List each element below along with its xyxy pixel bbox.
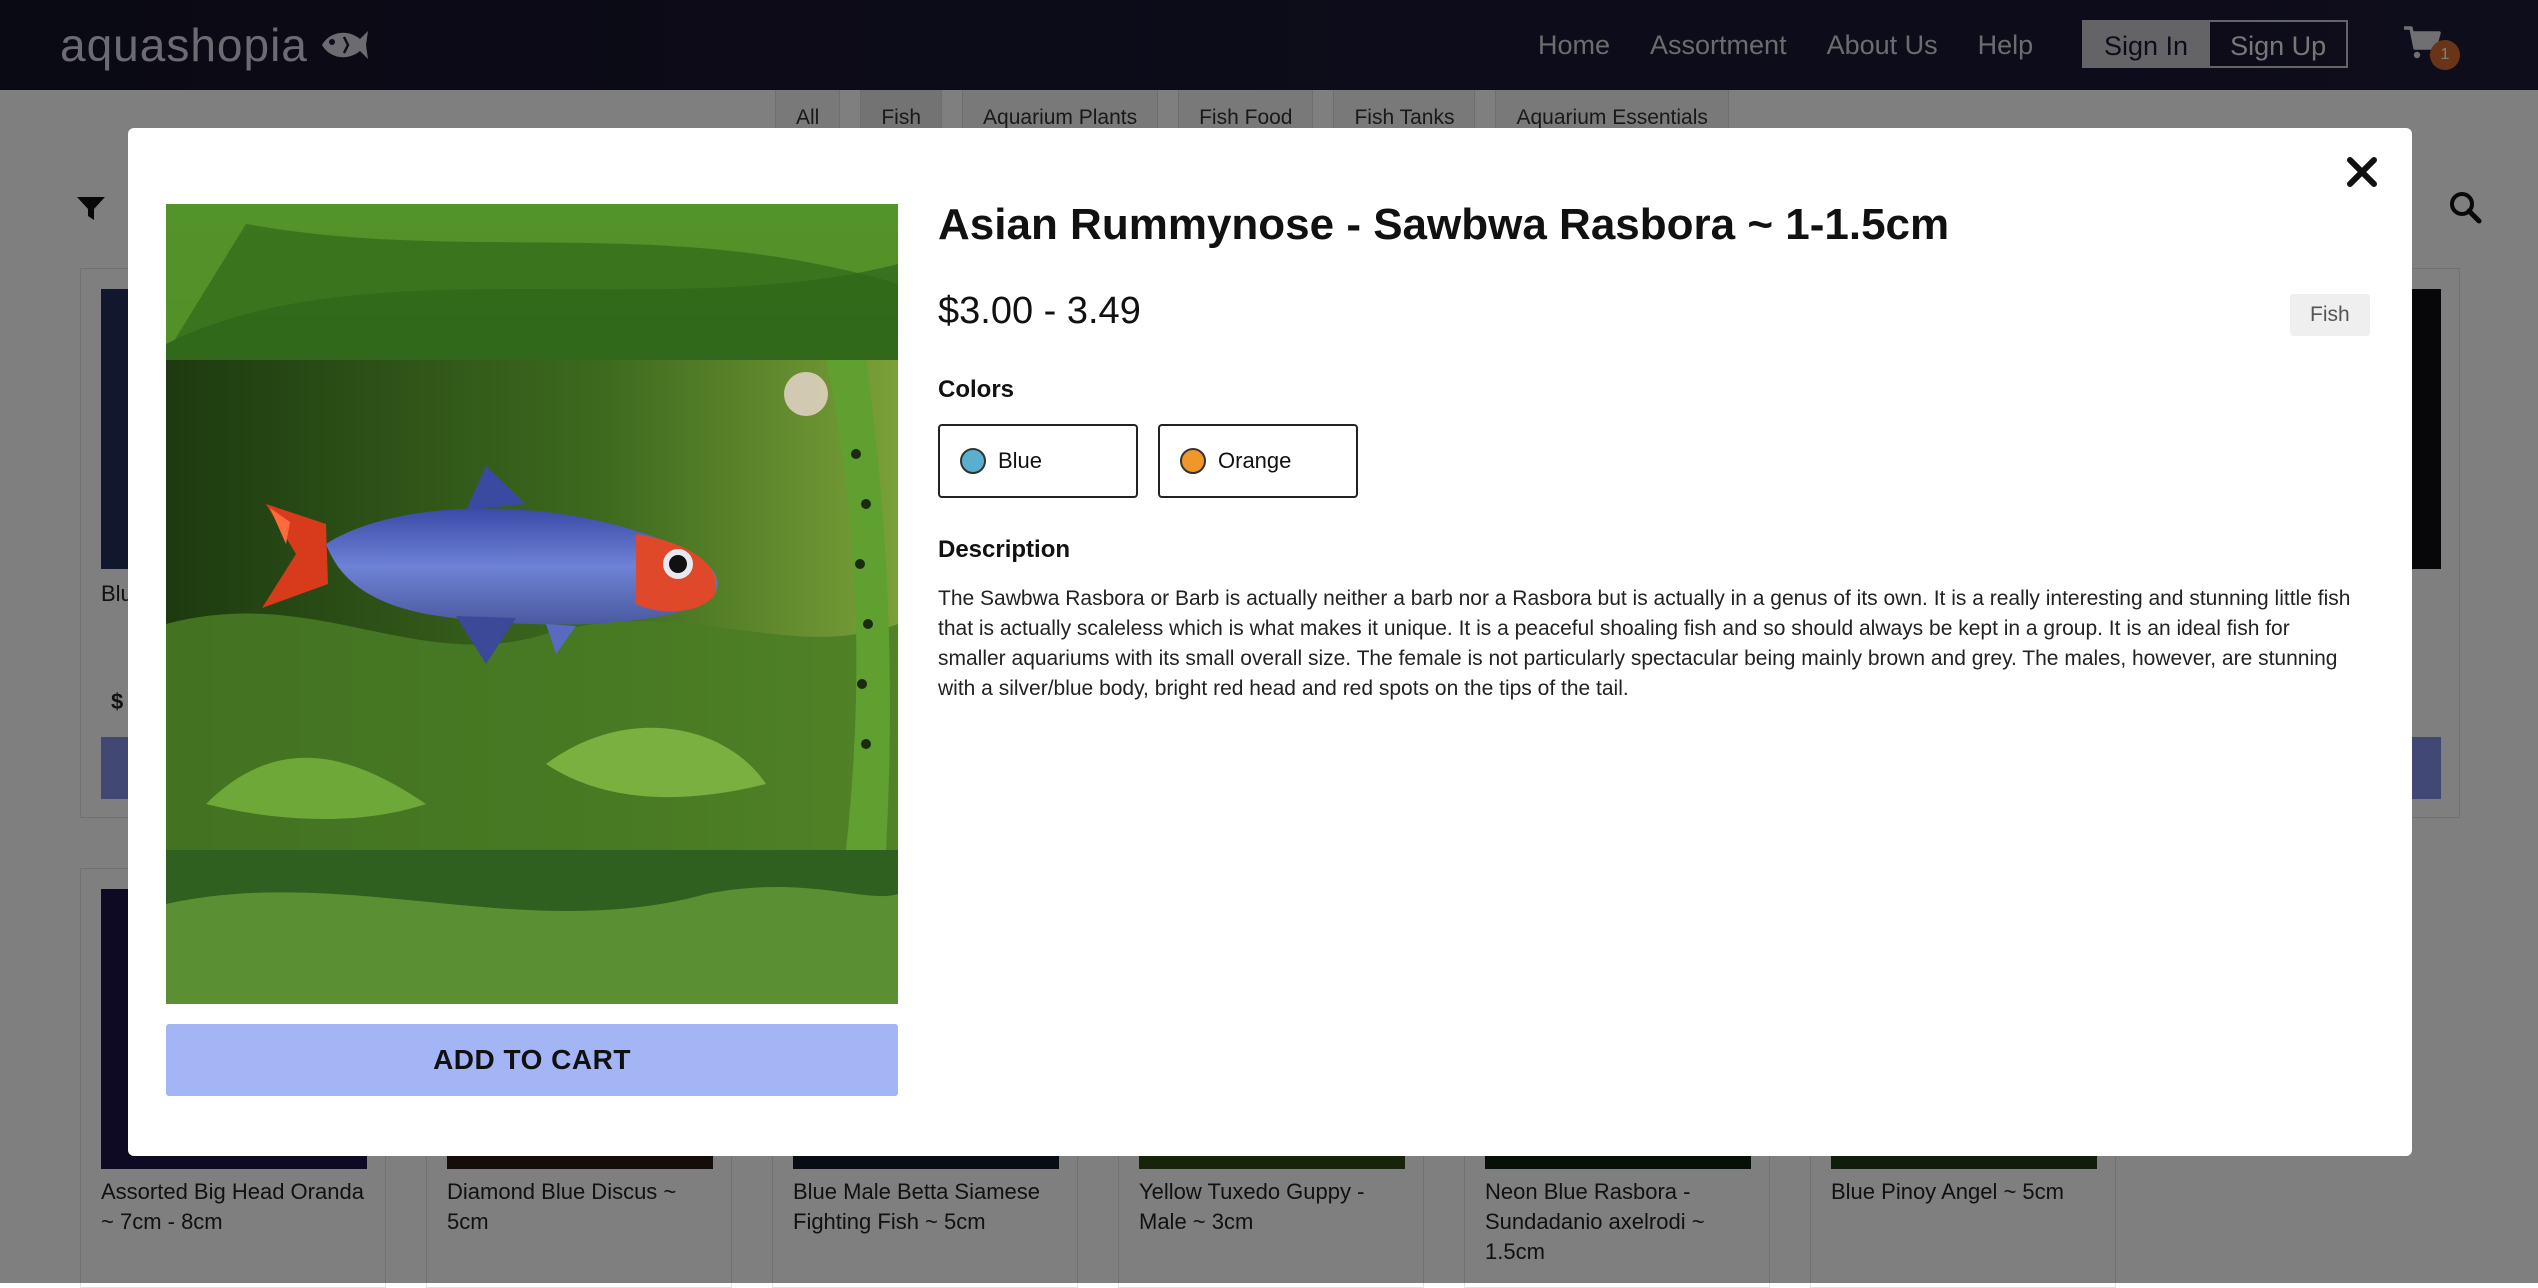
rasbora-fish-image [166,204,898,1004]
product-title: Asian Rummynose - Sawbwa Rasbora ~ 1-1.5… [938,200,1950,249]
colors-heading: Colors [938,376,1015,403]
product-detail-modal: ADD TO CART Asian Rummynose - Sawbwa Ras… [128,128,2412,1156]
color-option-orange[interactable]: Orange [1158,424,1358,498]
close-icon[interactable] [2340,150,2384,194]
orange-swatch-dot [1180,448,1206,474]
color-label: Orange [1218,448,1292,473]
color-label: Blue [998,448,1043,473]
product-category-badge: Fish [2290,294,2370,336]
blue-swatch-dot [960,448,986,474]
description-heading: Description [938,536,1071,563]
product-description: The Sawbwa Rasbora or Barb is actually n… [938,587,2351,700]
product-photo [166,204,898,1004]
product-price: $3.00 - 3.49 [938,290,1141,332]
color-options: Blue Orange [938,424,1358,498]
add-to-cart-button[interactable]: ADD TO CART [166,1024,898,1096]
color-option-blue[interactable]: Blue [938,424,1138,498]
